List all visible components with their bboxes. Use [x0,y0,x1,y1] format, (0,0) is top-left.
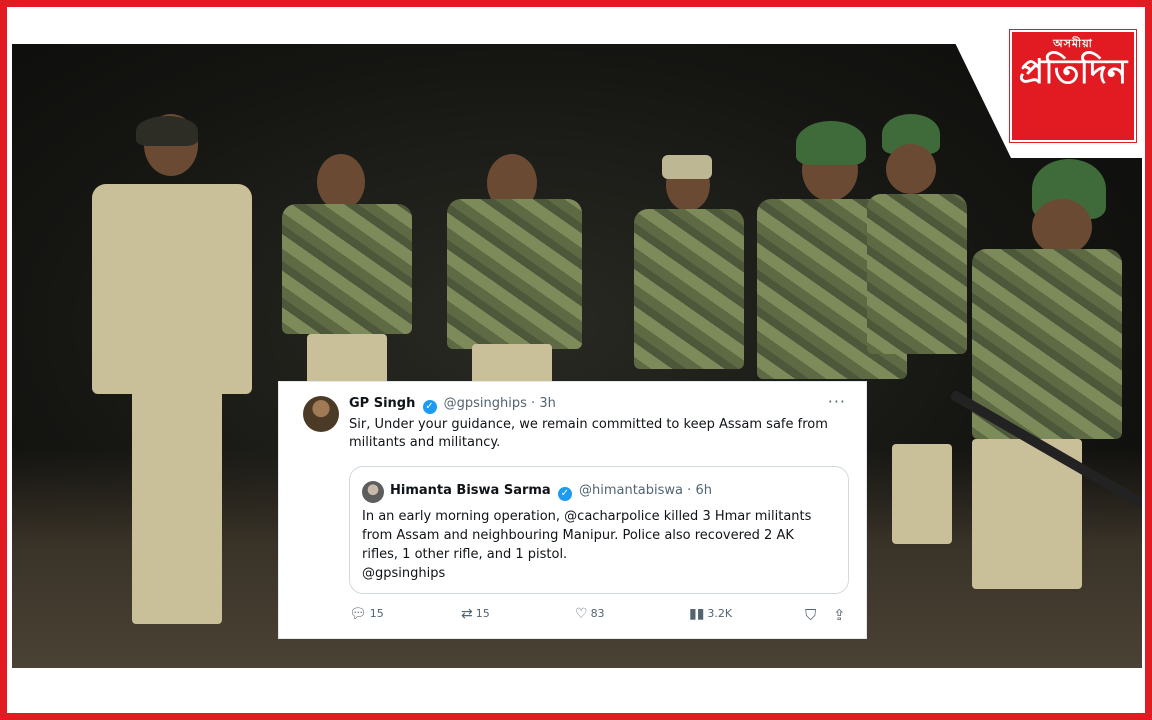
author-avatar[interactable] [303,396,339,432]
quoted-author-avatar [362,481,384,503]
logo-main-text: প্রতিদিন [1018,52,1128,92]
more-options-icon[interactable]: ··· [828,392,846,411]
bookmark-icon[interactable]: ⛉ [805,606,816,624]
officer-left [72,84,272,644]
quoted-header-separator: · [687,483,692,498]
quoted-time: 6h [695,483,712,498]
author-handle[interactable]: @gpsinghips [444,396,527,411]
quoted-mention[interactable]: @gpsinghips [362,564,832,583]
quoted-header: Himanta Biswa Sarma ✓ @himantabiswa · 6h [390,483,712,501]
tweet-header: GP Singh ✓ @gpsinghips · 3h [349,396,556,414]
quoted-text: In an early morning operation, @cacharpo… [362,509,812,562]
tweet-card[interactable]: GP Singh ✓ @gpsinghips · 3h ··· Sir, Und… [278,381,867,639]
retweet-button[interactable]: ⇄ 15 [461,606,490,622]
quoted-body: In an early morning operation, @cacharpo… [362,507,832,583]
reply-icon: 💬︎ [349,606,367,622]
tweet-time[interactable]: 3h [539,396,556,411]
bar-chart-icon: ▮▮ [689,606,705,622]
reply-count: 15 [369,607,384,620]
tweet-actions: 💬︎ 15 ⇄ 15 ♡ 83 ▮▮ 3.2K ⛉ ⇪ [349,606,849,626]
quoted-author-name: Himanta Biswa Sarma [390,483,551,498]
bottom-white-strip [7,668,1145,713]
retweet-count: 15 [475,607,490,620]
quoted-tweet[interactable]: Himanta Biswa Sarma ✓ @himantabiswa · 6h… [349,466,849,594]
reply-button[interactable]: 💬︎ 15 [349,606,384,622]
author-name[interactable]: GP Singh [349,396,415,411]
view-count: 3.2K [707,607,733,620]
like-count: 83 [590,607,605,620]
quoted-author-handle: @himantabiswa [578,483,684,498]
views-button[interactable]: ▮▮ 3.2K [689,606,732,622]
retweet-icon: ⇄ [461,606,473,622]
verified-badge-icon: ✓ [422,400,437,414]
like-button[interactable]: ♡ 83 [575,606,605,622]
share-icon[interactable]: ⇪ [833,606,846,624]
tweet-text: Sir, Under your guidance, we remain comm… [349,417,828,450]
pratidin-logo: অসমীয়া প্রতিদিন [1009,29,1137,143]
quoted-verified-badge-icon: ✓ [557,487,572,501]
soldier-right [949,159,1142,589]
header-separator: · [531,396,536,411]
heart-icon: ♡ [575,606,588,622]
